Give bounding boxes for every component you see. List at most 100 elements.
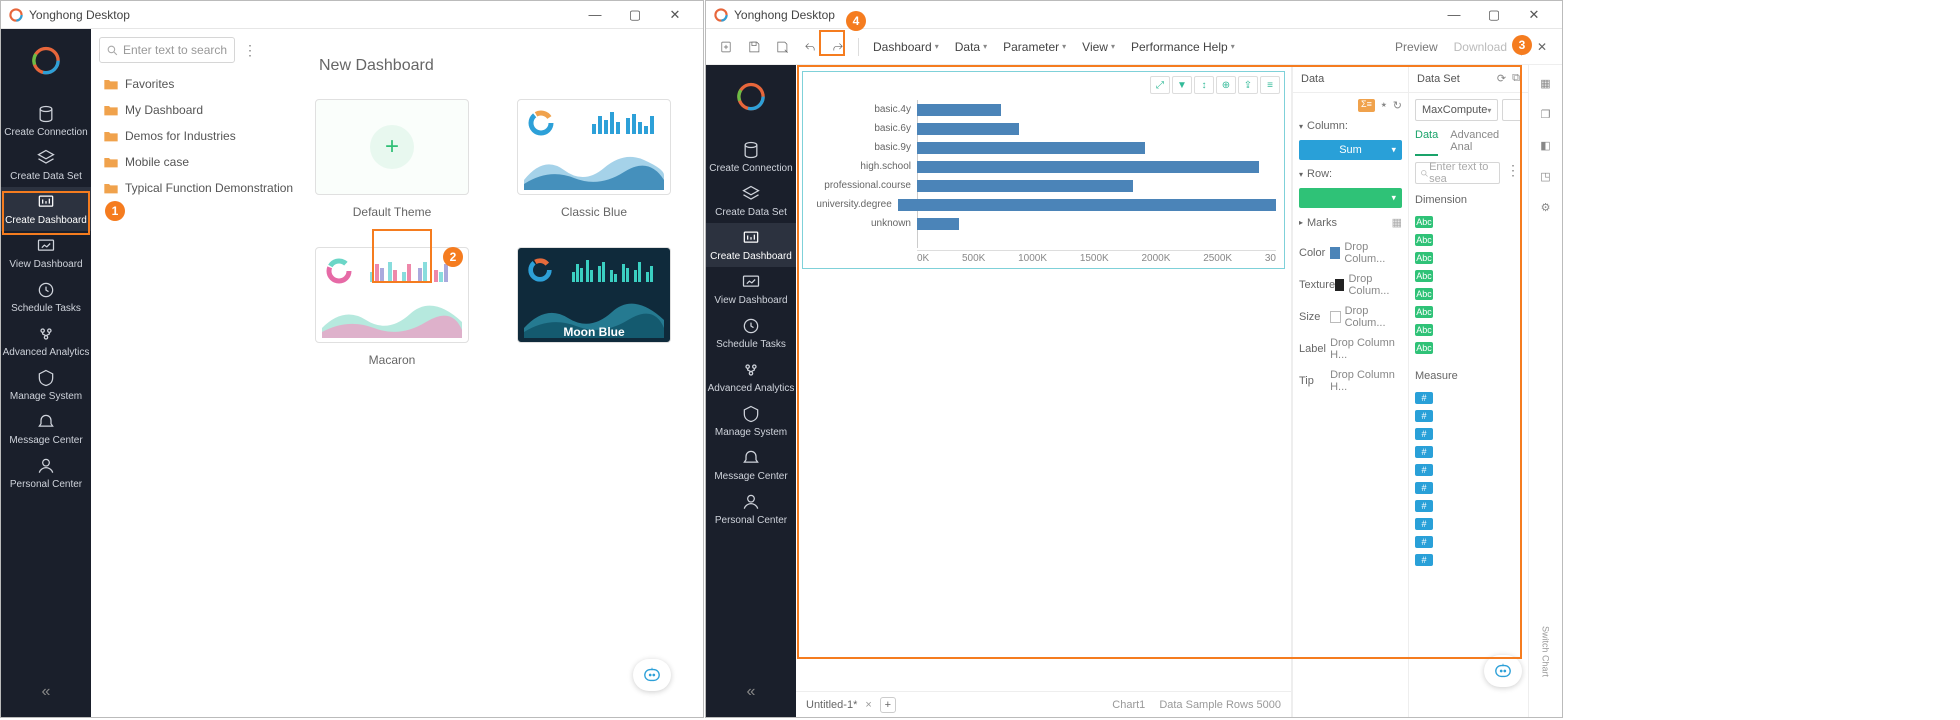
folder-my-dashboard[interactable]: My Dashboard <box>99 99 311 121</box>
measure-field[interactable]: # <box>1415 410 1522 422</box>
menu-view[interactable]: View▾ <box>1076 40 1121 54</box>
dimension-field[interactable]: Abc <box>1415 324 1522 336</box>
sidebar-item-schedule[interactable]: Schedule Tasks <box>706 311 796 355</box>
measure-field[interactable]: # <box>1415 428 1522 440</box>
measure-field[interactable]: # <box>1415 392 1522 404</box>
component-icon[interactable]: ◧ <box>1540 139 1550 152</box>
menu-parameter[interactable]: Parameter▾ <box>997 40 1072 54</box>
measure-field[interactable]: # <box>1415 518 1522 530</box>
maximize-button[interactable]: ▢ <box>1474 1 1514 29</box>
dimension-field[interactable]: Abc <box>1415 270 1522 282</box>
dataset-edit-icon[interactable] <box>1502 99 1522 121</box>
column-pill[interactable]: Sum▾ <box>1299 140 1402 160</box>
undo-icon[interactable] <box>798 35 822 59</box>
grid-icon[interactable]: ▦ <box>1540 77 1550 90</box>
refresh-small-icon[interactable]: ↻ <box>1393 99 1402 112</box>
maximize-button[interactable]: ▢ <box>615 1 655 29</box>
label-dropzone[interactable]: Drop Column H... <box>1330 337 1402 361</box>
sidebar-item-manage[interactable]: Manage System <box>706 399 796 443</box>
dataset-select[interactable]: MaxCompute▾ <box>1415 99 1498 121</box>
ds-tab-advanced[interactable]: Advanced Anal <box>1450 129 1522 156</box>
ds-search-input[interactable]: Enter text to sea <box>1415 162 1500 184</box>
folder-favorites[interactable]: Favorites <box>99 73 311 95</box>
measure-field[interactable]: # <box>1415 500 1522 512</box>
chart-menu-icon[interactable]: ≡ <box>1260 76 1280 94</box>
ds-tab-data[interactable]: Data <box>1415 129 1438 156</box>
sidebar-item-create-dashboard[interactable]: Create Dashboard <box>706 223 796 267</box>
sidebar-item-create-dataset[interactable]: Create Data Set <box>1 143 91 187</box>
dimension-field[interactable]: Abc <box>1415 288 1522 300</box>
folder-mobile[interactable]: Mobile case <box>99 151 311 173</box>
size-dropzone[interactable]: Drop Colum... <box>1345 305 1402 329</box>
layers-icon[interactable]: ❐ <box>1541 108 1551 121</box>
save-icon[interactable] <box>742 35 766 59</box>
theme-moon-blue[interactable]: Moon Blue <box>517 247 671 367</box>
sidebar-item-personal[interactable]: Personal Center <box>706 487 796 531</box>
minimize-button[interactable]: — <box>1434 1 1474 29</box>
tab-close-icon[interactable]: × <box>865 699 871 711</box>
filter-small-icon[interactable]: ⭑ <box>1381 99 1387 112</box>
sidebar-item-create-connection[interactable]: Create Connection <box>706 135 796 179</box>
dimension-field[interactable]: Abc <box>1415 342 1522 354</box>
menu-perf-help[interactable]: Performance Help▾ <box>1125 40 1241 54</box>
theme-classic-blue[interactable]: Classic Blue <box>517 99 671 219</box>
chart-component[interactable]: ⤢ ▼ ↕ ⊕ ⇪ ≡ basic.4ybasic.6ybasic.9yhigh… <box>802 71 1285 269</box>
measure-field[interactable]: # <box>1415 446 1522 458</box>
measure-field[interactable]: # <box>1415 464 1522 476</box>
theme-default[interactable]: + Default Theme <box>315 99 469 219</box>
switch-chart-label[interactable]: Switch Chart <box>1541 626 1551 677</box>
chart-export-icon[interactable]: ⇪ <box>1238 76 1258 94</box>
minimize-button[interactable]: — <box>575 1 615 29</box>
ds-refresh-icon[interactable]: ⟳ <box>1497 72 1506 85</box>
tip-dropzone[interactable]: Drop Column H... <box>1330 369 1402 393</box>
dimension-field[interactable]: Abc <box>1415 234 1522 246</box>
dimension-field[interactable]: Abc <box>1415 306 1522 318</box>
ds-more-icon[interactable]: ⋮ <box>1504 162 1522 184</box>
tab-add-icon[interactable]: + <box>880 697 896 713</box>
sidebar-item-create-dashboard[interactable]: Create Dashboard <box>1 187 91 231</box>
dimension-field[interactable]: Abc <box>1415 252 1522 264</box>
color-dropzone[interactable]: Drop Colum... <box>1344 241 1402 265</box>
canvas-tab[interactable]: Untitled-1* <box>806 699 857 711</box>
assistant-bot-icon[interactable] <box>633 659 671 691</box>
chart-filter-icon[interactable]: ▼ <box>1172 76 1192 94</box>
menu-data[interactable]: Data▾ <box>949 40 993 54</box>
ds-link-icon[interactable]: ⧉ <box>1512 72 1520 85</box>
sidebar-item-view-dashboard[interactable]: View Dashboard <box>1 231 91 275</box>
theme-macaron[interactable]: Macaron <box>315 247 469 367</box>
close-button[interactable]: ✕ <box>1514 1 1554 29</box>
row-pill[interactable]: ▾ <box>1299 188 1402 208</box>
chart-zoom-icon[interactable]: ⊕ <box>1216 76 1236 94</box>
sidebar-item-advanced[interactable]: Advanced Analytics <box>706 355 796 399</box>
editor-close-icon[interactable]: ✕ <box>1530 35 1554 59</box>
dimension-field[interactable]: Abc <box>1415 216 1522 228</box>
new-file-icon[interactable] <box>714 35 738 59</box>
texture-dropzone[interactable]: Drop Colum... <box>1348 273 1402 297</box>
measure-field[interactable]: # <box>1415 482 1522 494</box>
measure-field[interactable]: # <box>1415 554 1522 566</box>
sidebar-item-create-dataset[interactable]: Create Data Set <box>706 179 796 223</box>
save-as-icon[interactable] <box>770 35 794 59</box>
assistant-bot-icon[interactable] <box>1484 655 1522 687</box>
sidebar-item-advanced[interactable]: Advanced Analytics <box>1 319 91 363</box>
sidebar-collapse-icon[interactable]: « <box>747 683 756 701</box>
more-menu-icon[interactable]: ⋮ <box>241 42 259 59</box>
sidebar-item-view-dashboard[interactable]: View Dashboard <box>706 267 796 311</box>
chart-fullscreen-icon[interactable]: ⤢ <box>1150 76 1170 94</box>
style-icon[interactable]: ◳ <box>1540 170 1550 183</box>
sidebar-item-schedule[interactable]: Schedule Tasks <box>1 275 91 319</box>
measure-field[interactable]: # <box>1415 536 1522 548</box>
sidebar-item-create-connection[interactable]: Create Connection <box>1 99 91 143</box>
preview-link[interactable]: Preview <box>1389 40 1444 54</box>
settings-icon[interactable]: ⚙ <box>1541 201 1551 214</box>
folder-demos[interactable]: Demos for Industries <box>99 125 311 147</box>
sidebar-item-message[interactable]: Message Center <box>1 407 91 451</box>
sidebar-item-manage[interactable]: Manage System <box>1 363 91 407</box>
chart-sort-icon[interactable]: ↕ <box>1194 76 1214 94</box>
sidebar-item-message[interactable]: Message Center <box>706 443 796 487</box>
aggregate-icon[interactable]: Σ≡ <box>1358 99 1375 112</box>
close-button[interactable]: ✕ <box>655 1 695 29</box>
folder-typical[interactable]: Typical Function Demonstration <box>99 177 311 199</box>
menu-dashboard[interactable]: Dashboard▾ <box>867 40 945 54</box>
sidebar-collapse-icon[interactable]: « <box>42 683 51 701</box>
